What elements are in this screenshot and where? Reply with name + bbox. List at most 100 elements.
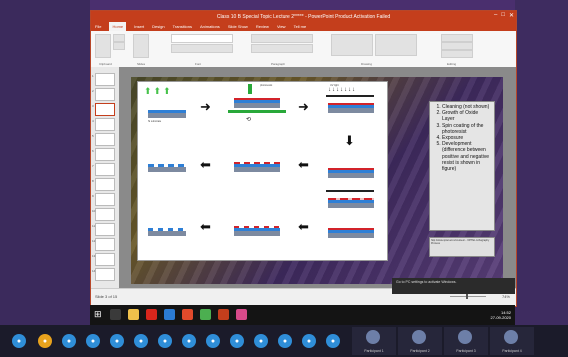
reference-textbox[interactable]: http://www.nptel.ac.in/courses/... NPTEL… — [429, 237, 495, 257]
search-icon[interactable] — [110, 309, 121, 320]
spin-chuck — [228, 110, 286, 113]
paragraph-align[interactable] — [251, 44, 313, 53]
info-icon[interactable]: ● — [302, 334, 316, 348]
more-icon[interactable]: ● — [206, 334, 220, 348]
wafer-etched — [148, 158, 186, 172]
minimize-icon[interactable]: – — [494, 12, 497, 19]
avatar — [412, 330, 426, 344]
paragraph-bullets[interactable] — [251, 34, 313, 43]
participant-tile[interactable]: Participant 3 — [444, 327, 488, 355]
slide-thumbnail[interactable]: 2 — [92, 88, 115, 101]
tab-home[interactable]: Home — [109, 22, 127, 31]
tab-tell-me[interactable]: Tell me — [294, 24, 307, 29]
acrobat-icon[interactable] — [146, 309, 157, 320]
mic-icon[interactable]: ● — [12, 334, 26, 348]
slide-editor: ⬆⬆⬆ Si substrate ➜ photoresist ⟲ ➜ UV li… — [119, 67, 516, 289]
replace-button[interactable] — [441, 42, 473, 50]
slide-canvas[interactable]: ⬆⬆⬆ Si substrate ➜ photoresist ⟲ ➜ UV li… — [131, 77, 503, 284]
slide-thumbnail[interactable]: 13 — [92, 253, 115, 266]
process-steps-list: Cleaning (not shown) Growth of Oxide Lay… — [433, 104, 491, 172]
slide-thumbnail[interactable]: 12 — [92, 238, 115, 251]
reactions-icon[interactable]: ● — [158, 334, 172, 348]
window-title: Class 10 B Special Topic Lecture 2***** … — [216, 13, 391, 20]
new-slide-button[interactable] — [133, 34, 149, 58]
slide-thumbnail[interactable]: 5 — [92, 133, 115, 146]
tab-slide-show[interactable]: Slide Show — [228, 24, 248, 29]
process-steps-textbox[interactable]: Cleaning (not shown) Growth of Oxide Lay… — [429, 101, 495, 231]
copy-button[interactable] — [113, 42, 125, 50]
word-icon[interactable] — [164, 309, 175, 320]
participant-name: Participant 3 — [456, 349, 476, 353]
arrow-left-icon: ⬅ — [200, 157, 211, 172]
app-icon[interactable] — [200, 309, 211, 320]
wafer-stripped — [234, 222, 280, 236]
participant-tile[interactable]: Participant 1 — [352, 327, 396, 355]
arrow-left-icon: ⬅ — [298, 157, 309, 172]
tab-design[interactable]: Design — [152, 24, 164, 29]
drawing-group-label: Drawing — [361, 62, 373, 66]
camera-icon[interactable]: ● — [38, 334, 52, 348]
slide-counter: Slide 3 of 15 — [95, 294, 118, 299]
shapes-gallery[interactable] — [331, 34, 373, 56]
close-icon[interactable]: ✕ — [509, 12, 514, 19]
slide-thumbnail[interactable]: 8 — [92, 178, 115, 191]
tab-file[interactable]: File — [95, 24, 101, 29]
windows-start-icon[interactable]: ⊞ — [94, 310, 102, 319]
slide-thumbnail[interactable]: 4 — [92, 118, 115, 131]
arrow-right-icon: ➜ — [200, 99, 211, 114]
paste-button[interactable] — [95, 34, 111, 58]
quick-styles[interactable] — [375, 34, 417, 56]
file-explorer-icon[interactable] — [128, 309, 139, 320]
editing-group-label: Editing — [447, 62, 457, 66]
select-button[interactable] — [441, 50, 473, 58]
slide-thumbnail[interactable]: 14 — [92, 268, 115, 281]
find-button[interactable] — [441, 34, 473, 42]
app-icon[interactable] — [236, 309, 247, 320]
slide-thumbnail-active[interactable]: 3 — [92, 103, 115, 116]
avatar — [458, 330, 472, 344]
font-name-select[interactable] — [171, 34, 233, 43]
slide-thumbnail[interactable]: 11 — [92, 223, 115, 236]
activation-notice: Go to PC settings to activate Windows. — [392, 278, 515, 294]
tab-animations[interactable]: Animations — [200, 24, 220, 29]
chat-icon[interactable]: ● — [86, 334, 100, 348]
activation-text: Go to PC settings to activate Windows. — [396, 280, 457, 284]
zoom-knob[interactable] — [466, 294, 468, 299]
chrome-icon[interactable] — [182, 309, 193, 320]
font-style-buttons[interactable] — [171, 44, 233, 53]
people-icon[interactable]: ● — [110, 334, 124, 348]
participant-tile[interactable]: Participant 2 — [398, 327, 442, 355]
tab-view[interactable]: View — [277, 24, 286, 29]
tab-transitions[interactable]: Transitions — [173, 24, 192, 29]
wafer-etch-step — [328, 224, 374, 238]
slide-thumbnail[interactable]: 1 — [92, 73, 115, 86]
step-item: Spin coating of the photoresist — [442, 123, 491, 135]
powerpoint-icon[interactable] — [218, 309, 229, 320]
wafer-spin-coat — [234, 94, 280, 108]
photomask-lower — [326, 190, 374, 192]
dispenser-caption: photoresist — [260, 84, 273, 87]
settings-icon[interactable]: ● — [182, 334, 196, 348]
participant-tile[interactable]: Participant 4 — [490, 327, 534, 355]
slide-thumbnail[interactable]: 7 — [92, 163, 115, 176]
maximize-icon[interactable]: □ — [501, 12, 505, 19]
hand-icon[interactable]: ● — [254, 334, 268, 348]
title-bar: Class 10 B Special Topic Lecture 2***** … — [91, 11, 516, 22]
cut-button[interactable] — [113, 34, 125, 42]
share-icon[interactable]: ● — [62, 334, 76, 348]
exposure-arrows-icon: ↓↓↓↓↓↓↓ — [328, 87, 356, 93]
lithography-diagram[interactable]: ⬆⬆⬆ Si substrate ➜ photoresist ⟲ ➜ UV li… — [137, 81, 388, 261]
participant-name: Participant 2 — [410, 349, 430, 353]
captions-icon[interactable]: ● — [278, 334, 292, 348]
record-icon[interactable]: ● — [134, 334, 148, 348]
zoom-level[interactable]: 74% — [502, 294, 510, 299]
slide-thumbnail[interactable]: 9 — [92, 193, 115, 206]
system-clock[interactable]: 14:52 27-09-2020 — [491, 310, 511, 320]
slide-thumbnail[interactable]: 6 — [92, 148, 115, 161]
slide-thumbnail[interactable]: 10 — [92, 208, 115, 221]
layout-icon[interactable]: ● — [230, 334, 244, 348]
leave-icon[interactable]: ● — [326, 334, 340, 348]
tab-review[interactable]: Review — [256, 24, 269, 29]
tab-insert[interactable]: Insert — [134, 24, 144, 29]
zoom-slider[interactable] — [450, 296, 486, 297]
